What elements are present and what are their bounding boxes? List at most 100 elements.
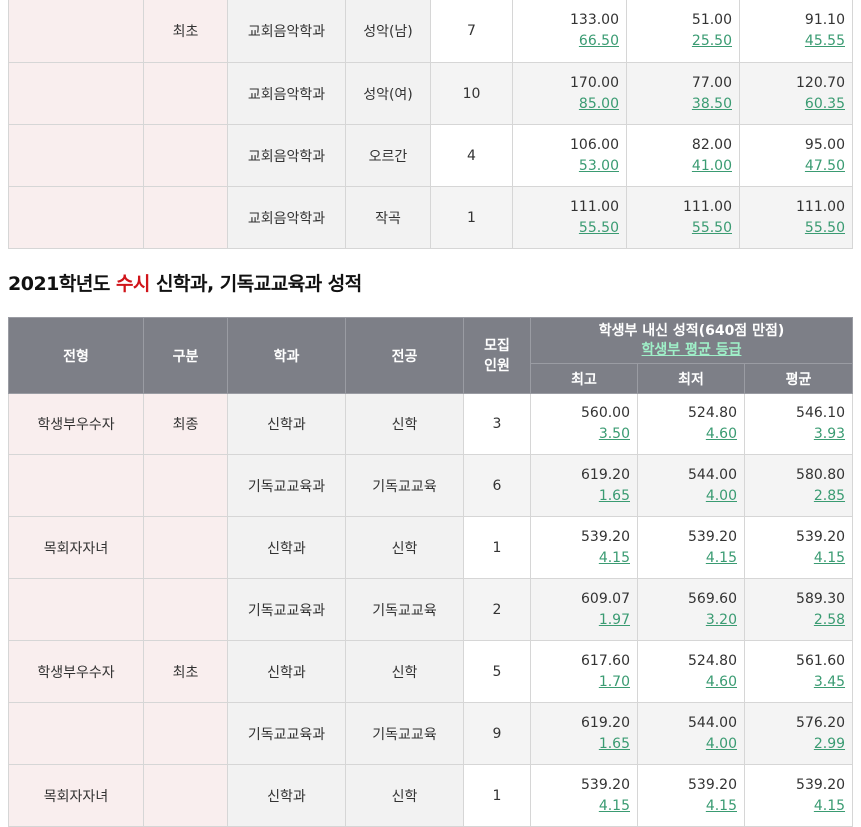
- score-value: 95.00: [804, 136, 845, 153]
- grade-link[interactable]: 1.70: [531, 672, 630, 693]
- avg-score-cell: 120.70 60.35: [739, 62, 853, 125]
- division-cell: [143, 764, 228, 827]
- header-score-title: 학생부 내신 성적(640점 만점): [598, 322, 785, 339]
- grade-link[interactable]: 41.00: [627, 156, 732, 177]
- count-cell: 7: [430, 0, 513, 63]
- grade-link[interactable]: 25.50: [627, 31, 732, 52]
- min-score-cell: 82.00 41.00: [626, 124, 740, 187]
- type-cell: 학생부우수자: [8, 640, 144, 703]
- max-score-cell: 539.20 4.15: [530, 516, 638, 579]
- grade-link[interactable]: 4.15: [638, 796, 737, 817]
- grade-link[interactable]: 2.99: [745, 734, 845, 755]
- major-cell: 성악(여): [345, 62, 431, 125]
- grade-link[interactable]: 60.35: [740, 94, 845, 115]
- count-cell: 9: [463, 702, 531, 765]
- score-value: 111.00: [570, 198, 619, 215]
- min-score-cell: 544.00 4.00: [637, 702, 745, 765]
- grade-link[interactable]: 55.50: [627, 218, 732, 239]
- division-cell: [143, 62, 228, 125]
- table-row: 기독교교육과 기독교교육 2 609.07 1.97 569.60 3.20 589.30 2.…: [8, 578, 854, 641]
- dept-cell: 신학과: [227, 640, 346, 703]
- grade-link[interactable]: 4.15: [531, 548, 630, 569]
- grade-link[interactable]: 3.93: [745, 424, 845, 445]
- table-row: 학생부우수자 최초 신학과 신학 5 617.60 1.70 524.80 4.60 561.60…: [8, 640, 854, 703]
- grade-link[interactable]: 1.65: [531, 486, 630, 507]
- grade-link[interactable]: 1.97: [531, 610, 630, 631]
- max-score-cell: 617.60 1.70: [530, 640, 638, 703]
- score-value: 544.00: [688, 714, 737, 731]
- division-cell: [143, 516, 228, 579]
- min-score-cell: 524.80 4.60: [637, 393, 745, 455]
- grade-link[interactable]: 3.50: [531, 424, 630, 445]
- grade-link[interactable]: 4.00: [638, 486, 737, 507]
- max-score-cell: 560.00 3.50: [530, 393, 638, 455]
- score-value: 524.80: [688, 405, 737, 421]
- grade-link[interactable]: 4.60: [638, 672, 737, 693]
- grade-link[interactable]: 47.50: [740, 156, 845, 177]
- grade-link[interactable]: 53.00: [513, 156, 619, 177]
- division-cell: [143, 702, 228, 765]
- grade-link[interactable]: 4.15: [531, 796, 630, 817]
- score-value: 561.60: [796, 652, 846, 669]
- major-cell: 기독교교육: [345, 454, 464, 517]
- table-row: 학생부우수자 최종 신학과 신학 3 560.00 3.50 524.80 4.60 546.10…: [8, 393, 854, 455]
- max-score-cell: 539.20 4.15: [530, 764, 638, 827]
- dept-cell: 기독교교육과: [227, 702, 346, 765]
- type-cell: [8, 186, 144, 249]
- grade-link[interactable]: 55.50: [740, 218, 845, 239]
- table-row: 교회음악학과 작곡 1 111.00 55.50 111.00 55.50 111.00 55.…: [8, 186, 853, 249]
- grade-link[interactable]: 66.50: [513, 31, 619, 52]
- avg-score-cell: 589.30 2.58: [743, 578, 854, 641]
- header-min: 최저: [637, 363, 745, 394]
- grade-link[interactable]: 3.20: [638, 610, 737, 631]
- division-cell: 최초: [143, 0, 228, 63]
- grade-link[interactable]: 1.65: [531, 734, 630, 755]
- dept-cell: 기독교교육과: [227, 578, 346, 641]
- max-score-cell: 609.07 1.97: [530, 578, 638, 641]
- max-score-cell: 619.20 1.65: [530, 454, 638, 517]
- min-score-cell: 539.20 4.15: [637, 764, 745, 827]
- grade-link[interactable]: 4.15: [638, 548, 737, 569]
- grade-link[interactable]: 3.45: [745, 672, 845, 693]
- header-avg: 평균: [743, 363, 854, 394]
- major-cell: 기독교교육: [345, 578, 464, 641]
- min-score-cell: 111.00 55.50: [626, 186, 740, 249]
- score-value: 560.00: [581, 405, 630, 421]
- score-value: 539.20: [796, 776, 846, 793]
- max-score-cell: 619.20 1.65: [530, 702, 638, 765]
- header-score-sub: 학생부 평균 등급: [641, 341, 742, 358]
- division-cell: 최초: [143, 640, 228, 703]
- grade-link[interactable]: 2.58: [745, 610, 845, 631]
- score-value: 576.20: [796, 714, 846, 731]
- grade-link[interactable]: 4.15: [745, 548, 845, 569]
- dept-cell: 신학과: [227, 516, 346, 579]
- count-cell: 1: [463, 516, 531, 579]
- score-value: 170.00: [570, 74, 619, 91]
- avg-score-cell: 580.80 2.85: [743, 454, 854, 517]
- score-value: 133.00: [570, 12, 619, 28]
- type-cell: 목회자자녀: [8, 516, 144, 579]
- grade-link[interactable]: 85.00: [513, 94, 619, 115]
- type-cell: 학생부우수자: [8, 393, 144, 455]
- type-cell: 목회자자녀: [8, 764, 144, 827]
- grade-link[interactable]: 45.55: [740, 31, 845, 52]
- grade-link[interactable]: 38.50: [627, 94, 732, 115]
- score-value: 539.20: [581, 776, 630, 793]
- results-table: 전형 구분 학과 전공 모집 인원 학생부 내신 성적(640점 만점) 학생부…: [8, 317, 854, 827]
- previous-results-table: 최초 교회음악학과 성악(남) 7 133.00 66.50 51.00 25.50 91.10…: [8, 0, 853, 249]
- count-cell: 3: [463, 393, 531, 455]
- dept-cell: 신학과: [227, 393, 346, 455]
- grade-link[interactable]: 4.15: [745, 796, 845, 817]
- min-score-cell: 51.00 25.50: [626, 0, 740, 63]
- grade-link[interactable]: 4.60: [638, 424, 737, 445]
- division-cell: [143, 124, 228, 187]
- score-value: 111.00: [796, 198, 845, 215]
- grade-link[interactable]: 2.85: [745, 486, 845, 507]
- section-title-highlight: 수시: [115, 273, 150, 295]
- avg-score-cell: 546.10 3.93: [743, 393, 854, 455]
- grade-link[interactable]: 4.00: [638, 734, 737, 755]
- header-count: 모집 인원: [463, 317, 531, 394]
- major-cell: 신학: [345, 640, 464, 703]
- avg-score-cell: 561.60 3.45: [743, 640, 854, 703]
- grade-link[interactable]: 55.50: [513, 218, 619, 239]
